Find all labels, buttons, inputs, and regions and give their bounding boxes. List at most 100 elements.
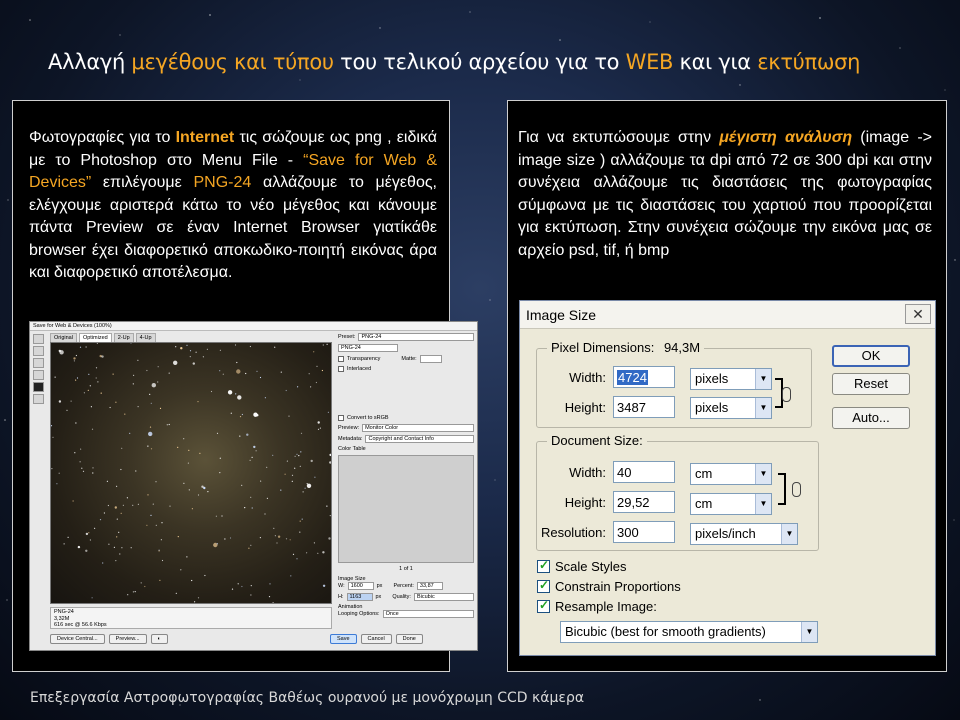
sfw-preview-button[interactable]: Preview... xyxy=(108,634,147,644)
star xyxy=(280,371,282,373)
tab-original[interactable]: Original xyxy=(50,333,77,342)
sfw-convert-srgb-checkbox[interactable] xyxy=(338,415,344,421)
sfw-cancel-button[interactable]: Cancel xyxy=(360,634,392,644)
sfw-height-input[interactable]: 1163 xyxy=(346,593,373,601)
star xyxy=(51,425,53,427)
px-height-unit-select[interactable]: pixels ▼ xyxy=(690,397,772,419)
sfw-preset-select[interactable]: PNG-24 xyxy=(358,333,474,341)
star xyxy=(175,592,177,594)
reset-button[interactable]: Reset xyxy=(832,373,910,395)
px-width-input[interactable]: 4724 xyxy=(613,366,675,388)
text-run: PNG-24 xyxy=(193,174,252,191)
eyedropper-tool-icon[interactable] xyxy=(33,370,44,380)
resample-method-select[interactable]: Bicubic (best for smooth gradients) ▼ xyxy=(560,621,818,643)
star xyxy=(299,465,301,467)
sfw-quality-select[interactable]: Bicubic xyxy=(413,593,474,601)
sfw-metadata-label: Metadata: xyxy=(338,436,363,442)
sfw-matte-label: Matte: xyxy=(401,356,417,362)
doc-width-input[interactable]: 40 xyxy=(613,461,675,483)
scale-styles-checkbox[interactable]: Scale Styles xyxy=(537,558,627,574)
auto-button[interactable]: Auto... xyxy=(832,407,910,429)
star xyxy=(75,422,77,424)
image-size-dialog: Image Size ✕ Pixel Dimensions: 94,3M Wid… xyxy=(519,300,936,656)
star xyxy=(158,550,160,552)
sfw-interlaced-checkbox[interactable] xyxy=(338,366,344,372)
sfw-preview-select[interactable]: Monitor Color xyxy=(362,424,474,432)
sfw-looping-select[interactable]: Once xyxy=(382,610,474,618)
star xyxy=(326,343,328,345)
ok-button[interactable]: OK xyxy=(832,345,910,367)
star xyxy=(188,489,190,491)
tab-optimized[interactable]: Optimized xyxy=(78,333,112,342)
doc-width-unit-select[interactable]: cm ▼ xyxy=(690,463,772,485)
star xyxy=(116,536,118,538)
star xyxy=(313,351,315,353)
sfw-h-label: H: xyxy=(338,594,344,600)
px-width-unit-select[interactable]: pixels ▼ xyxy=(690,368,772,390)
sfw-metadata-select[interactable]: Copyright and Contact Info xyxy=(365,435,474,443)
sfw-optimized-info: PNG-24 3,32M 616 sec @ 56.6 Kbps xyxy=(50,607,332,629)
eyedropper-color-swatch[interactable] xyxy=(33,382,44,392)
zoom-tool-icon[interactable] xyxy=(33,358,44,368)
resample-image-checkbox[interactable]: Resample Image: xyxy=(537,598,657,614)
star xyxy=(100,392,102,394)
close-icon[interactable]: ✕ xyxy=(905,304,931,324)
checkbox-checked-icon xyxy=(537,598,550,613)
resolution-input[interactable]: 300 xyxy=(613,521,675,543)
chevron-down-icon: ▼ xyxy=(801,622,817,642)
star xyxy=(299,531,301,533)
browser-icon[interactable]: ◐ xyxy=(150,634,168,644)
star xyxy=(239,416,242,418)
resolution-unit-select[interactable]: pixels/inch ▼ xyxy=(690,523,798,545)
star xyxy=(253,445,256,449)
star xyxy=(180,569,182,571)
star xyxy=(155,524,157,526)
sfw-width-input[interactable]: 1600 xyxy=(347,582,374,590)
sfw-format-select[interactable]: PNG-24 xyxy=(338,344,398,352)
star xyxy=(148,431,153,437)
sfw-transparency-checkbox[interactable] xyxy=(338,356,344,362)
sfw-looping-label: Looping Options: xyxy=(338,611,380,617)
star xyxy=(120,512,122,514)
star xyxy=(250,594,252,596)
star xyxy=(294,467,296,469)
star xyxy=(296,453,298,455)
isd-title: Image Size xyxy=(526,307,597,323)
star xyxy=(79,346,82,348)
star xyxy=(116,518,118,520)
toggle-slices-icon[interactable] xyxy=(33,394,44,404)
slice-select-tool-icon[interactable] xyxy=(33,346,44,356)
star xyxy=(187,462,189,464)
star xyxy=(94,527,96,529)
star xyxy=(189,350,192,352)
sfw-preview-image[interactable] xyxy=(50,342,332,604)
sfw-percent-input[interactable]: 33,87 xyxy=(416,582,443,590)
doc-height-input[interactable]: 29,52 xyxy=(613,491,675,513)
star xyxy=(82,470,85,472)
star xyxy=(314,476,316,478)
star xyxy=(291,480,293,482)
star xyxy=(97,381,99,383)
px-height-input[interactable]: 3487 xyxy=(613,396,675,418)
constrain-proportions-checkbox[interactable]: Constrain Proportions xyxy=(537,578,681,594)
star xyxy=(92,467,94,469)
star xyxy=(194,601,196,603)
sfw-preset-label: Preset: xyxy=(338,334,356,340)
star xyxy=(173,360,178,365)
device-central-button[interactable]: Device Central... xyxy=(50,634,105,644)
left-panel-text: Φωτογραφίες για το Internet τις σώζουμε … xyxy=(29,127,437,285)
sfw-done-button[interactable]: Done xyxy=(395,634,423,644)
hand-tool-icon[interactable] xyxy=(33,334,44,344)
star xyxy=(197,494,200,496)
chevron-down-icon: ▼ xyxy=(755,369,771,389)
doc-height-unit-select[interactable]: cm ▼ xyxy=(690,493,772,515)
star xyxy=(108,543,110,545)
tab-4-up[interactable]: 4-Up xyxy=(135,333,156,342)
tab-2-up[interactable]: 2-Up xyxy=(113,333,134,342)
sfw-save-button[interactable]: Save xyxy=(330,634,357,644)
sfw-matte-select[interactable] xyxy=(419,355,442,363)
star xyxy=(186,556,188,558)
star xyxy=(132,383,134,385)
slide-footer: Επεξεργασία Αστροφωτογραφίας Βαθέως ουρα… xyxy=(30,690,585,706)
star xyxy=(132,591,134,593)
